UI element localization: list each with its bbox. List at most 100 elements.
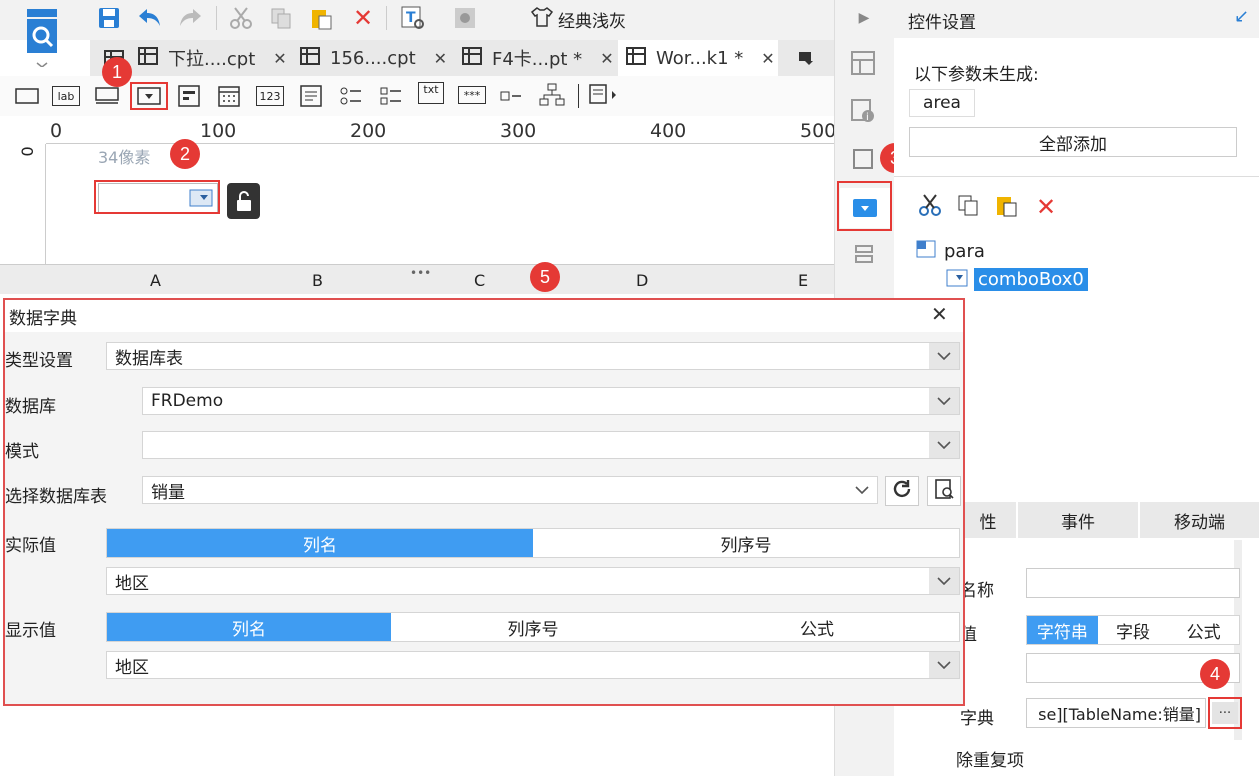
paste-icon[interactable] bbox=[994, 193, 1020, 219]
widget-list-icon[interactable] bbox=[848, 240, 878, 270]
cut-icon[interactable] bbox=[918, 193, 944, 219]
ruler-tick: 100 bbox=[200, 120, 237, 142]
database-select[interactable]: FRDemo bbox=[142, 387, 960, 415]
tab-menu-icon[interactable] bbox=[794, 48, 818, 68]
sheet-icon bbox=[462, 46, 482, 70]
frame-icon[interactable] bbox=[848, 144, 878, 174]
more-widgets-icon[interactable] bbox=[588, 82, 618, 108]
tree-child-label: comboBox0 bbox=[974, 268, 1088, 291]
value-type-field[interactable]: 字段 bbox=[1098, 616, 1169, 644]
style-selector[interactable]: 经典浅灰 bbox=[530, 5, 626, 33]
refresh-icon bbox=[891, 478, 913, 504]
dict-field[interactable]: se][TableName:销量] bbox=[1026, 698, 1206, 728]
dialog-title: 数据字典 bbox=[9, 309, 77, 329]
close-icon[interactable]: ✕ bbox=[761, 49, 774, 68]
checkbox-group-icon[interactable] bbox=[378, 84, 404, 108]
add-all-button[interactable]: 全部添加 bbox=[909, 127, 1237, 157]
actual-opt-column-index[interactable]: 列序号 bbox=[533, 529, 959, 557]
column-label: D bbox=[636, 271, 649, 290]
display-opt-column-name[interactable]: 列名 bbox=[107, 613, 391, 641]
layout-icon[interactable] bbox=[848, 48, 878, 78]
password-widget-icon[interactable]: *** bbox=[458, 86, 486, 104]
paste-icon[interactable] bbox=[308, 5, 334, 31]
column-label: E bbox=[798, 271, 809, 290]
shirt-icon bbox=[530, 6, 554, 32]
tree-root[interactable]: para bbox=[916, 240, 985, 262]
close-icon[interactable]: ✕ bbox=[931, 302, 948, 326]
preview-button[interactable] bbox=[927, 476, 961, 506]
display-value-select[interactable]: 地区 bbox=[106, 651, 960, 679]
text-widget-icon[interactable]: txt bbox=[418, 82, 444, 104]
dict-button-highlight bbox=[1208, 697, 1242, 729]
name-input[interactable] bbox=[1026, 568, 1240, 598]
logo-icon[interactable] bbox=[20, 6, 66, 68]
close-icon[interactable]: ✕ bbox=[273, 49, 286, 68]
ruler-tick: 0 bbox=[50, 120, 63, 142]
tab-file-1[interactable]: 下拉....cpt ✕ bbox=[138, 40, 288, 76]
display-opt-formula[interactable]: 公式 bbox=[675, 613, 959, 641]
tab-file-2[interactable]: 156....cpt ✕ bbox=[300, 40, 450, 76]
actual-value-toggle[interactable]: 列名 列序号 bbox=[106, 528, 960, 558]
actual-value-select[interactable]: 地区 bbox=[106, 567, 960, 595]
vertical-ruler: 0 bbox=[18, 144, 46, 264]
column-label: A bbox=[150, 271, 161, 290]
copy-icon[interactable] bbox=[268, 5, 294, 31]
step-badge-2: 2 bbox=[170, 139, 200, 169]
chevron-down-icon bbox=[929, 343, 959, 369]
actual-value-label: 实际值 bbox=[5, 536, 56, 556]
cut-icon[interactable] bbox=[228, 5, 254, 31]
panel-title: 控件设置 bbox=[908, 13, 976, 33]
tab-label: Wor...k1 * bbox=[656, 47, 744, 69]
unlock-icon[interactable] bbox=[227, 183, 260, 219]
text-search-icon[interactable]: T bbox=[400, 5, 426, 31]
label-widget-icon[interactable]: lab bbox=[52, 86, 80, 106]
display-opt-column-index[interactable]: 列序号 bbox=[391, 613, 675, 641]
calendar-icon[interactable] bbox=[216, 84, 242, 108]
label-box-icon[interactable] bbox=[14, 86, 40, 106]
display-value-toggle[interactable]: 列名 列序号 公式 bbox=[106, 612, 960, 642]
number-widget-icon[interactable]: 123 bbox=[256, 86, 284, 106]
table-select[interactable]: 销量 bbox=[142, 476, 878, 504]
radio-group-icon[interactable] bbox=[338, 84, 364, 108]
type-select[interactable]: 数据库表 bbox=[106, 342, 960, 370]
save-icon[interactable] bbox=[96, 5, 122, 31]
redo-icon[interactable] bbox=[176, 5, 204, 31]
sheet-icon bbox=[626, 46, 646, 70]
widget-info-icon[interactable]: i bbox=[848, 96, 878, 126]
collapse-arrow-icon[interactable]: ▶ bbox=[852, 8, 876, 28]
refresh-button[interactable] bbox=[885, 476, 919, 506]
param-chip[interactable]: area bbox=[909, 89, 975, 117]
chevron-down-icon bbox=[929, 388, 959, 414]
tab-mobile[interactable]: 移动端 bbox=[1140, 502, 1259, 538]
pin-icon[interactable]: ↙ bbox=[1234, 6, 1249, 27]
tab-events[interactable]: 事件 bbox=[1018, 502, 1138, 538]
column-label: B bbox=[312, 271, 323, 290]
copy-icon[interactable] bbox=[956, 193, 982, 219]
close-icon[interactable]: ✕ bbox=[434, 49, 447, 68]
name-label: 名称 bbox=[960, 581, 994, 601]
tab-label: 下拉....cpt bbox=[168, 49, 256, 70]
form-icon[interactable] bbox=[176, 84, 202, 108]
undo-icon[interactable] bbox=[136, 5, 164, 31]
chart-icon[interactable] bbox=[452, 5, 478, 31]
data-dictionary-dialog: 数据字典 ✕ 类型设置 数据库表 数据库 FRDemo 模式 选择数据库表 销量… bbox=[3, 298, 965, 706]
value-type-string[interactable]: 字符串 bbox=[1027, 616, 1098, 644]
close-icon[interactable]: ✕ bbox=[600, 49, 613, 68]
step-badge-4: 4 bbox=[1200, 659, 1230, 689]
delete-icon[interactable]: ✕ bbox=[350, 4, 376, 32]
tree-icon[interactable] bbox=[538, 82, 566, 108]
delete-icon[interactable]: ✕ bbox=[1036, 193, 1062, 221]
value-type-toggle[interactable]: 字符串 字段 公式 bbox=[1026, 615, 1240, 645]
textfield-icon[interactable] bbox=[94, 86, 120, 106]
schema-select[interactable] bbox=[142, 431, 960, 459]
splitter-handle[interactable]: ••• bbox=[410, 266, 431, 280]
tree-child[interactable]: comboBox0 bbox=[946, 268, 1088, 291]
actual-opt-column-name[interactable]: 列名 bbox=[107, 529, 533, 557]
tab-properties[interactable]: 性 bbox=[960, 502, 1016, 538]
display-value: 地区 bbox=[115, 657, 149, 678]
tab-file-4[interactable]: Wor...k1 * ✕ bbox=[618, 40, 778, 76]
value-type-formula[interactable]: 公式 bbox=[1168, 616, 1239, 644]
textarea-icon[interactable] bbox=[298, 84, 324, 108]
checkbox-icon[interactable] bbox=[498, 84, 524, 108]
tab-file-3[interactable]: F4卡...pt * ✕ bbox=[462, 40, 614, 76]
